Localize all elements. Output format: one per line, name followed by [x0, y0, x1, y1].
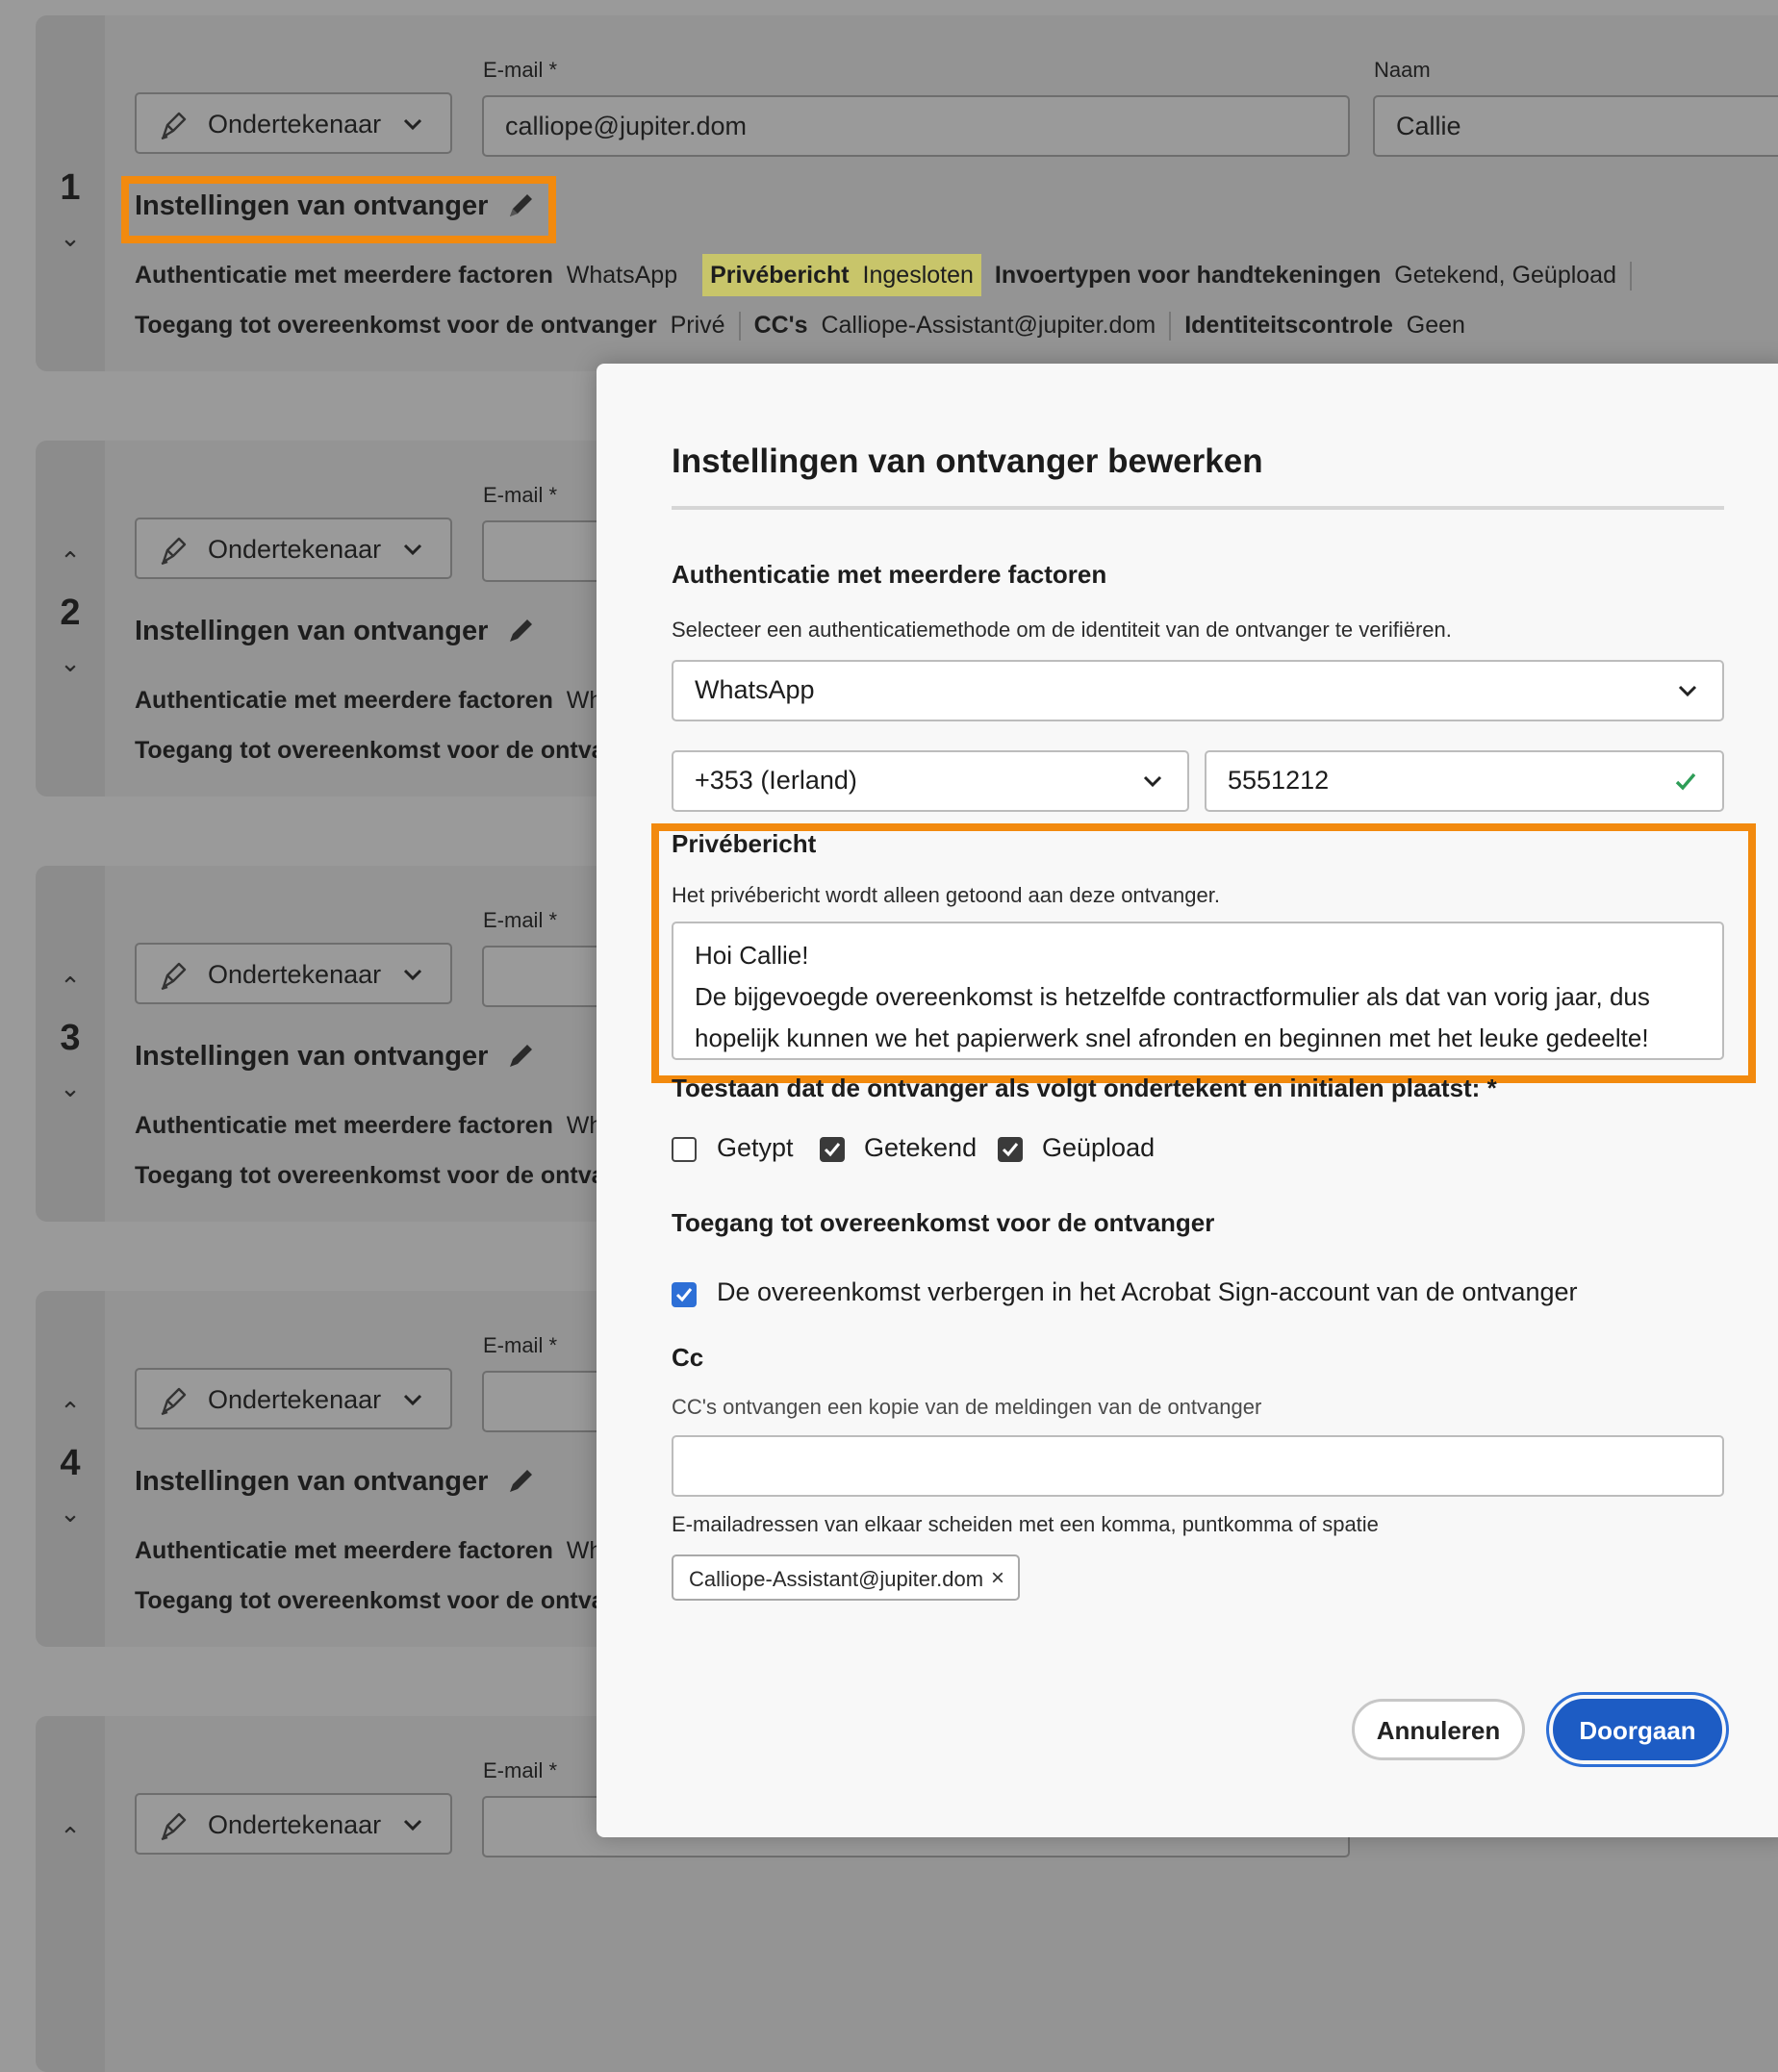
- cancel-button[interactable]: Annuleren: [1352, 1699, 1525, 1760]
- name-value: Callie: [1396, 112, 1461, 140]
- access-heading: Toegang tot overeenkomst voor de ontvang…: [672, 1208, 1215, 1237]
- chevron-up-icon[interactable]: ⌃: [36, 1399, 105, 1424]
- settings-summary-line-2: Toegang tot overeenkomst voor de ontvang…: [135, 312, 1465, 341]
- settings-summary-line-1: Authenticatie met meerdere factoren What…: [135, 254, 1645, 296]
- edit-recipient-settings-dialog: Instellingen van ontvanger bewerken Auth…: [597, 364, 1778, 1837]
- chevron-up-icon[interactable]: ⌃: [36, 548, 105, 573]
- mfa-description: Selecteer een authenticatiemethode om de…: [672, 618, 1452, 642]
- drawn-checkbox[interactable]: [820, 1137, 845, 1162]
- cc-heading: Cc: [672, 1343, 704, 1372]
- recipient-number: 1: [60, 167, 81, 208]
- mfa-method-select[interactable]: WhatsApp: [672, 660, 1724, 721]
- settings-summary-line-1: Authenticatie met meerdere factoren Wh: [135, 1537, 603, 1564]
- country-code-select[interactable]: +353 (Ierland): [672, 750, 1189, 812]
- drawn-label: Getekend: [864, 1133, 978, 1162]
- typed-checkbox[interactable]: [672, 1137, 697, 1162]
- country-code-value: +353 (Ierland): [695, 766, 857, 795]
- hide-agreement-label: De overeenkomst verbergen in het Acrobat…: [717, 1277, 1578, 1306]
- email-label: E-mail *: [483, 58, 558, 82]
- settings-summary-line-1: Authenticatie met meerdere factoren Wh: [135, 1112, 603, 1139]
- recipient-number: 2: [60, 593, 81, 633]
- recipient-settings-title: Instellingen van ontvanger: [135, 1041, 489, 1072]
- typed-label: Getypt: [717, 1133, 794, 1162]
- cc-email-input[interactable]: [672, 1435, 1724, 1497]
- uploaded-label: Geüpload: [1042, 1133, 1156, 1162]
- cc-description: CC's ontvangen een kopie van de meldinge…: [672, 1395, 1262, 1419]
- email-field[interactable]: calliope@jupiter.dom: [482, 95, 1350, 157]
- recipient-settings-title: Instellingen van ontvanger: [135, 1466, 489, 1497]
- signer-pen-icon: [161, 1387, 187, 1416]
- checkmark-icon: [1675, 772, 1696, 791]
- role-label: Ondertekenaar: [208, 1810, 382, 1839]
- dialog-title: Instellingen van ontvanger bewerken: [672, 442, 1263, 480]
- private-message-summary: Privébericht Ingesloten: [702, 254, 981, 296]
- chevron-down-icon[interactable]: ⌄: [36, 225, 105, 250]
- mfa-method-value: WhatsApp: [695, 675, 815, 704]
- role-label: Ondertekenaar: [208, 535, 382, 564]
- settings-highlight: [121, 176, 556, 243]
- chevron-down-icon: [403, 1819, 422, 1832]
- recipient-card-1: 1 ⌄ Ondertekenaar E-mail * calliope@jupi…: [36, 15, 1778, 371]
- chevron-down-icon[interactable]: ⌄: [36, 1075, 105, 1100]
- signer-pen-icon: [161, 1812, 187, 1841]
- continue-button[interactable]: Doorgaan: [1553, 1699, 1722, 1760]
- settings-summary-line-2: Toegang tot overeenkomst voor de ontvar: [135, 737, 615, 764]
- email-label: E-mail *: [483, 483, 558, 507]
- email-label: E-mail *: [483, 1758, 558, 1782]
- role-label: Ondertekenaar: [208, 110, 382, 139]
- phone-number-value: 5551212: [1228, 766, 1330, 795]
- name-label: Naam: [1374, 58, 1431, 82]
- signer-pen-icon: [161, 112, 187, 140]
- chevron-up-icon[interactable]: ⌃: [36, 1824, 105, 1849]
- recipient-number: 3: [60, 1018, 81, 1058]
- recipient-number: 4: [60, 1443, 81, 1483]
- chevron-down-icon: [403, 1394, 422, 1406]
- signer-pen-icon: [161, 962, 187, 991]
- pencil-icon[interactable]: [505, 1464, 538, 1497]
- role-dropdown[interactable]: Ondertekenaar: [135, 943, 452, 1004]
- role-dropdown[interactable]: Ondertekenaar: [135, 1793, 452, 1855]
- chevron-down-icon[interactable]: ⌄: [36, 1501, 105, 1526]
- close-icon[interactable]: ×: [991, 1565, 1004, 1592]
- role-label: Ondertekenaar: [208, 1385, 382, 1414]
- chevron-down-icon: [403, 118, 422, 131]
- settings-summary-line-2: Toegang tot overeenkomst voor de ontvar: [135, 1162, 615, 1189]
- role-dropdown[interactable]: Ondertekenaar: [135, 1368, 452, 1429]
- name-field[interactable]: Callie: [1373, 95, 1778, 157]
- chevron-up-icon[interactable]: ⌃: [36, 973, 105, 998]
- card-side-strip: [36, 1716, 105, 2072]
- cc-hint: E-mailadressen van elkaar scheiden met e…: [672, 1512, 1379, 1536]
- role-dropdown[interactable]: Ondertekenaar: [135, 92, 452, 154]
- email-label: E-mail *: [483, 908, 558, 932]
- email-label: E-mail *: [483, 1333, 558, 1357]
- pencil-icon[interactable]: [505, 1039, 538, 1072]
- chevron-down-icon: [1143, 775, 1162, 788]
- hide-agreement-checkbox[interactable]: [672, 1282, 697, 1307]
- chevron-down-icon: [403, 543, 422, 556]
- uploaded-checkbox[interactable]: [998, 1137, 1023, 1162]
- settings-summary-line-1: Authenticatie met meerdere factoren Wh: [135, 687, 603, 714]
- phone-number-input[interactable]: 5551212: [1205, 750, 1724, 812]
- chevron-down-icon: [1678, 685, 1697, 697]
- cc-chip-label: Calliope-Assistant@jupiter.dom: [689, 1567, 984, 1591]
- role-label: Ondertekenaar: [208, 960, 382, 989]
- title-divider: [672, 506, 1724, 510]
- email-value: calliope@jupiter.dom: [505, 112, 748, 140]
- chevron-down-icon: [403, 969, 422, 981]
- role-dropdown[interactable]: Ondertekenaar: [135, 518, 452, 579]
- chevron-down-icon[interactable]: ⌄: [36, 650, 105, 675]
- cc-email-chip: Calliope-Assistant@jupiter.dom ×: [672, 1554, 1020, 1601]
- mfa-heading: Authenticatie met meerdere factoren: [672, 560, 1107, 589]
- private-message-highlight: [651, 823, 1756, 1083]
- pencil-icon[interactable]: [505, 614, 538, 646]
- settings-summary-line-2: Toegang tot overeenkomst voor de ontvar: [135, 1587, 615, 1614]
- signing-types-heading: Toestaan dat de ontvanger als volgt onde…: [672, 1074, 1497, 1102]
- signer-pen-icon: [161, 537, 187, 566]
- recipient-settings-title: Instellingen van ontvanger: [135, 616, 489, 646]
